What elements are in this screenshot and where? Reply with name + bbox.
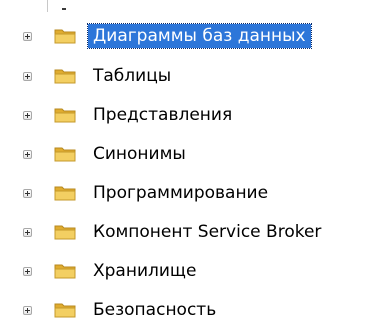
folder-icon <box>54 186 76 201</box>
tree-truncated-label-fragment <box>62 8 66 10</box>
tree-node-label[interactable]: Синонимы <box>88 142 191 166</box>
tree-node-programmability[interactable]: Программирование <box>0 179 390 207</box>
expand-plus-icon[interactable] <box>23 111 32 120</box>
folder-icon <box>54 108 76 123</box>
folder-icon <box>54 29 76 44</box>
tree-node-storage[interactable]: Хранилище <box>0 257 390 285</box>
expand-plus-icon[interactable] <box>23 150 32 159</box>
tree-node-views[interactable]: Представления <box>0 101 390 129</box>
expand-plus-icon[interactable] <box>23 189 32 198</box>
expand-plus-icon[interactable] <box>23 72 32 81</box>
tree-node-label[interactable]: Таблицы <box>88 64 176 88</box>
tree-node-tables[interactable]: Таблицы <box>0 62 390 90</box>
tree-node-label[interactable]: Диаграммы баз данных <box>87 23 312 49</box>
object-explorer-tree: Диаграммы баз данных Таблицы Представлен… <box>0 0 390 331</box>
expand-plus-icon[interactable] <box>23 228 32 237</box>
tree-connector-line <box>47 0 48 12</box>
expand-plus-icon[interactable] <box>23 267 32 276</box>
tree-node-label[interactable]: Программирование <box>88 181 273 205</box>
folder-icon <box>54 69 76 84</box>
folder-icon <box>54 225 76 240</box>
tree-node-label[interactable]: Представления <box>88 103 237 127</box>
tree-node-service-broker[interactable]: Компонент Service Broker <box>0 218 390 246</box>
tree-node-database-diagrams[interactable]: Диаграммы баз данных <box>0 22 390 50</box>
folder-icon <box>54 264 76 279</box>
tree-node-security[interactable]: Безопасность <box>0 296 390 324</box>
expand-plus-icon[interactable] <box>23 306 32 315</box>
folder-icon <box>54 147 76 162</box>
tree-node-label[interactable]: Безопасность <box>88 298 221 322</box>
tree-node-label[interactable]: Хранилище <box>88 259 201 283</box>
tree-node-label[interactable]: Компонент Service Broker <box>88 220 326 244</box>
expand-plus-icon[interactable] <box>23 32 32 41</box>
tree-node-synonyms[interactable]: Синонимы <box>0 140 390 168</box>
folder-icon <box>54 303 76 318</box>
